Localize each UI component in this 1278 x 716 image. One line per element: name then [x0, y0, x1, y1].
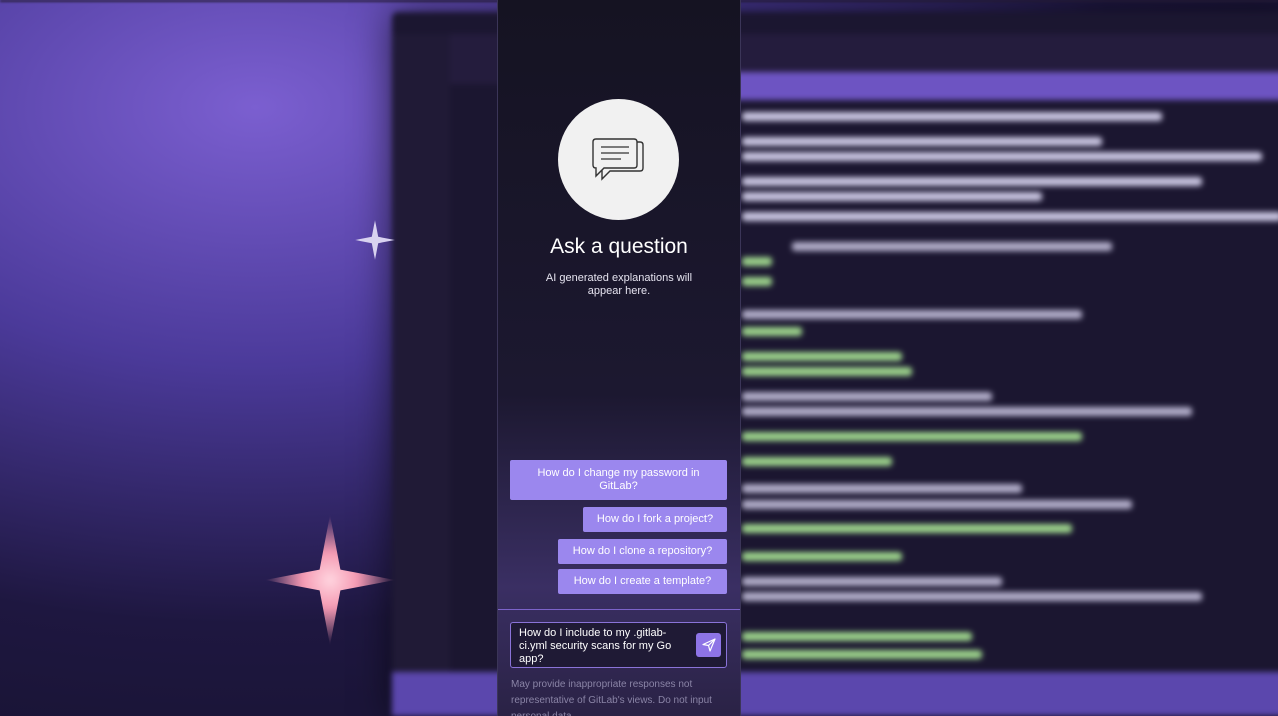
code-line: [742, 257, 772, 266]
code-line: [742, 152, 1262, 161]
code-line: [742, 500, 1132, 509]
chat-panel: Ask a question AI generated explanations…: [497, 0, 741, 716]
code-line: [742, 192, 1042, 201]
send-icon: [701, 638, 716, 652]
background-purple-strip: [722, 72, 1278, 100]
send-button[interactable]: [696, 633, 721, 657]
code-line: [742, 367, 912, 376]
code-line: [742, 310, 1082, 319]
code-line: [742, 484, 1022, 493]
code-line: [742, 432, 1082, 441]
code-line: [742, 327, 802, 336]
code-line: [742, 112, 1162, 121]
chat-input-text[interactable]: How do I include to my .gitlab-ci.yml se…: [519, 627, 689, 666]
subtitle: AI generated explanations will appear he…: [545, 272, 693, 297]
code-line: [742, 277, 772, 286]
code-line: [742, 552, 902, 561]
code-line: [792, 242, 1112, 251]
code-line: [742, 352, 902, 361]
background-sidebar: [392, 34, 450, 716]
code-line: [742, 407, 1192, 416]
code-line: [742, 392, 992, 401]
code-line: [742, 177, 1202, 186]
divider: [498, 609, 740, 610]
disclaimer: May provide inappropriate responses not …: [511, 679, 712, 716]
suggestion-button[interactable]: How do I fork a project?: [583, 507, 727, 532]
chat-bubbles-icon: [558, 99, 679, 220]
code-line: [742, 524, 1072, 533]
code-line: [742, 212, 1278, 221]
suggestion-button[interactable]: How do I create a template?: [558, 569, 727, 594]
sparkle-icon: [355, 220, 395, 260]
code-line: [742, 650, 982, 659]
code-line: [742, 457, 892, 466]
sparkle-icon: [265, 515, 395, 645]
chat-input[interactable]: How do I include to my .gitlab-ci.yml se…: [510, 622, 727, 668]
code-line: [742, 577, 1002, 586]
code-line: [742, 592, 1202, 601]
page-title: Ask a question: [550, 235, 688, 258]
suggestion-button[interactable]: How do I clone a repository?: [558, 539, 727, 564]
code-line: [742, 137, 1102, 146]
suggestion-button[interactable]: How do I change my password in GitLab?: [510, 460, 727, 500]
code-line: [742, 632, 972, 641]
